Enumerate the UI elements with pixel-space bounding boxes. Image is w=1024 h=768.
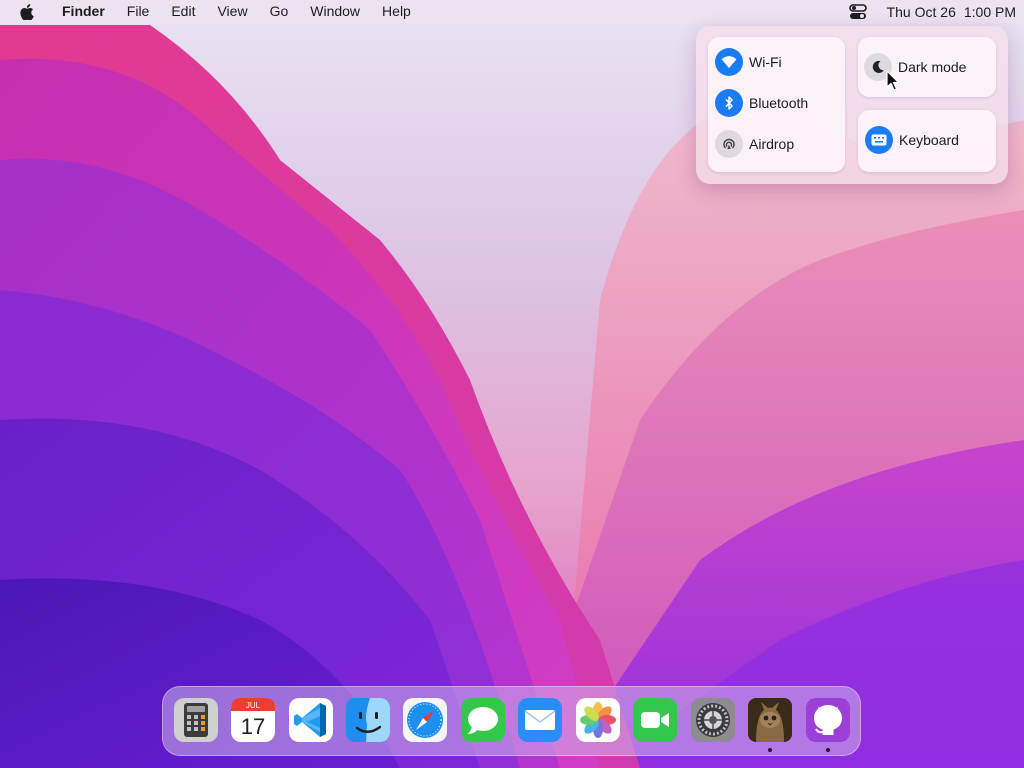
- menu-file[interactable]: File: [127, 0, 150, 23]
- menu-bar-clock[interactable]: Thu Oct 26 1:00 PM: [887, 4, 1016, 20]
- menu-view[interactable]: View: [217, 0, 247, 23]
- control-center-panel: Wi-Fi Bluetooth Airdrop Dark mode Keyboa…: [696, 26, 1008, 184]
- menu-help[interactable]: Help: [382, 0, 411, 23]
- dark-mode-label: Dark mode: [898, 59, 967, 75]
- menu-window[interactable]: Window: [310, 0, 360, 23]
- keyboard-icon[interactable]: [865, 126, 893, 154]
- dock-facetime-icon[interactable]: [631, 696, 679, 744]
- dark-mode-toggle[interactable]: Dark mode: [864, 53, 966, 81]
- dock-calendar-icon[interactable]: JUL 17: [229, 696, 277, 744]
- running-indicator-github: [826, 748, 830, 752]
- dock-github-icon[interactable]: [804, 696, 852, 744]
- keyboard-module[interactable]: Keyboard: [858, 110, 996, 172]
- mouse-pointer-icon: [886, 70, 900, 91]
- control-center-icon[interactable]: [848, 3, 867, 20]
- dock-vscode-icon[interactable]: [287, 696, 335, 744]
- wifi-toggle[interactable]: Wi-Fi: [715, 48, 782, 76]
- keyboard-toggle[interactable]: Keyboard: [865, 126, 959, 154]
- dock: JUL 17: [162, 686, 861, 756]
- bluetooth-icon[interactable]: [715, 89, 743, 117]
- menu-app-name[interactable]: Finder: [62, 0, 105, 23]
- dark-mode-module[interactable]: Dark mode: [858, 37, 996, 97]
- airdrop-toggle[interactable]: Airdrop: [715, 130, 794, 158]
- calendar-day: 17: [241, 714, 265, 739]
- connectivity-module: Wi-Fi Bluetooth Airdrop: [708, 37, 845, 172]
- running-indicator-cat: [768, 748, 772, 752]
- dock-safari-icon[interactable]: [401, 696, 449, 744]
- bluetooth-toggle[interactable]: Bluetooth: [715, 89, 808, 117]
- menu-edit[interactable]: Edit: [171, 0, 195, 23]
- dock-settings-icon[interactable]: [689, 696, 737, 744]
- bluetooth-label: Bluetooth: [749, 95, 809, 111]
- dock-calculator-icon[interactable]: [172, 696, 220, 744]
- keyboard-label: Keyboard: [899, 132, 959, 148]
- dock-photos-icon[interactable]: [574, 696, 622, 744]
- wifi-icon[interactable]: [715, 48, 743, 76]
- dock-mail-icon[interactable]: [516, 696, 564, 744]
- clock-date: Thu Oct 26: [886, 3, 956, 20]
- wifi-label: Wi-Fi: [749, 54, 782, 70]
- airdrop-label: Airdrop: [749, 136, 795, 152]
- menu-bar: Finder File Edit View Go Window Help Thu…: [0, 0, 1024, 23]
- dock-finder-icon[interactable]: [344, 696, 392, 744]
- clock-time: 1:00 PM: [963, 3, 1016, 20]
- apple-logo-icon[interactable]: [20, 3, 36, 20]
- airdrop-icon[interactable]: [715, 130, 743, 158]
- calendar-month: JUL: [246, 701, 261, 710]
- menu-go[interactable]: Go: [270, 0, 289, 23]
- dock-cat-icon[interactable]: [746, 696, 794, 744]
- dock-messages-icon[interactable]: [459, 696, 507, 744]
